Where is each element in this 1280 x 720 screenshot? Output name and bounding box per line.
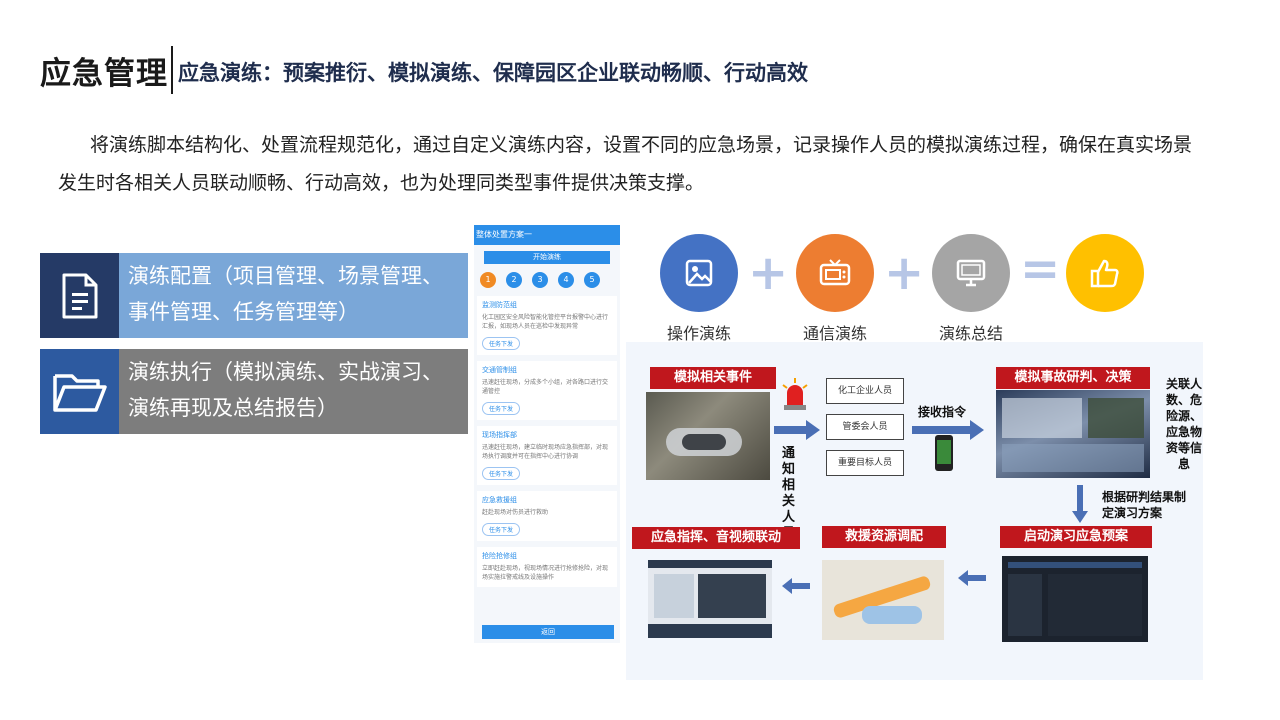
- start-drill-button[interactable]: 开始演练: [484, 251, 610, 264]
- tag-judge: 模拟事故研判、决策: [996, 367, 1150, 389]
- dispatch-task-button[interactable]: 任务下发: [482, 402, 521, 415]
- equals-sign: =: [1020, 241, 1061, 297]
- task-card-desc: 赶赴现场对伤员进行救助: [482, 509, 549, 516]
- stage-comm-label: 通信演练: [802, 324, 867, 343]
- title-divider: [171, 46, 173, 94]
- person-box-enterprise: 化工企业人员: [826, 378, 904, 404]
- phone-header: 整体处置方案一: [474, 225, 620, 245]
- document-icon: [40, 253, 119, 338]
- dispatch-task-button[interactable]: 任务下发: [482, 523, 521, 536]
- step-4[interactable]: 4: [558, 272, 574, 288]
- stage-operate-label: 操作演练: [666, 324, 731, 343]
- task-card-title: 应急救援组: [482, 496, 517, 504]
- stage-summary-label: 演练总结: [938, 324, 1003, 343]
- feature-execute: 演练执行（模拟演练、实战演习、演练再现及总结报告）: [40, 349, 468, 434]
- thumbs-up-icon: [1090, 259, 1119, 288]
- event-scene-image: [646, 392, 770, 480]
- stage-summary-circle: [932, 234, 1010, 312]
- arrow-left-icon: [958, 570, 986, 586]
- stage-result-circle: [1066, 234, 1144, 312]
- dispatch-task-button[interactable]: 任务下发: [482, 467, 521, 480]
- tag-command: 应急指挥、音视频联动: [632, 527, 800, 549]
- flow-diagram: 模拟相关事件 通知相关人员 化工企业人员 管委会人员 重要目标人员 接收指令 模…: [626, 342, 1203, 680]
- receive-note: 接收指令: [918, 405, 967, 419]
- feature-config-label: 演练配置（项目管理、场景管理、事件管理、任务管理等）: [119, 253, 468, 338]
- command-console-image: [648, 560, 772, 638]
- task-card: 抢险抢修组 立即赶赴现场，视现场情况进行抢修抢险，对现场实施拉警戒线及设施操作: [477, 547, 617, 587]
- step-5[interactable]: 5: [584, 272, 600, 288]
- resource-map-image: [822, 560, 944, 640]
- plus-sign: +: [884, 245, 925, 301]
- step-1[interactable]: 1: [480, 272, 496, 288]
- folder-icon: [40, 349, 119, 434]
- task-card: 交通管制组 迅速赶往现场，分成多个小组，对各路口进行交通管控 任务下发: [477, 361, 617, 420]
- task-card-desc: 化工园区安全风险智能化管控平台报警中心进行汇报，如现场人员在巡检中发现异常: [482, 314, 609, 330]
- task-card-title: 监测防范组: [482, 301, 517, 309]
- task-card-desc: 迅速赶往现场，建立临时现场应急指挥部，对现场执行调度并可在指挥中心进行协调: [482, 444, 609, 460]
- step-indicator: 1 2 3 4 5: [474, 270, 620, 290]
- plan-note: 根据研判结果制定演习方案: [1102, 490, 1187, 520]
- alarm-light-icon: [782, 378, 808, 410]
- task-card-title: 抢险抢修组: [482, 552, 517, 560]
- arrow-left-icon: [782, 578, 810, 594]
- page-subtitle: 应急演练：预案推衍、模拟演练、保障园区企业联动畅顺、行动高效: [178, 61, 808, 85]
- image-icon: [685, 259, 713, 287]
- tag-simulate-event: 模拟相关事件: [650, 367, 776, 389]
- arrow-right-icon: [774, 420, 820, 440]
- page-title: 应急管理: [40, 56, 168, 92]
- task-card: 应急救援组 赶赴现场对伤员进行救助 任务下发: [477, 491, 617, 541]
- plus-sign: +: [748, 245, 789, 301]
- person-box-committee: 管委会人员: [826, 414, 904, 440]
- tag-start-plan: 启动演习应急预案: [1000, 526, 1152, 548]
- monitor-icon: [956, 259, 986, 287]
- feature-config: 演练配置（项目管理、场景管理、事件管理、任务管理等）: [40, 253, 468, 338]
- dispatch-task-button[interactable]: 任务下发: [482, 337, 521, 350]
- back-button[interactable]: 返回: [482, 625, 614, 639]
- task-card: 现场指挥部 迅速赶往现场，建立临时现场应急指挥部，对现场执行调度并可在指挥中心进…: [477, 426, 617, 485]
- plan-console-image: [1002, 556, 1148, 642]
- task-card-title: 交通管制组: [482, 366, 517, 374]
- phone-device-icon: [935, 435, 953, 471]
- tv-icon: [819, 259, 851, 286]
- arrow-down-icon: [1072, 485, 1088, 523]
- person-box-target: 重要目标人员: [826, 450, 904, 476]
- stage-operate-circle: [660, 234, 738, 312]
- related-note: 关联人数、危险源、应急物资等信息: [1165, 377, 1202, 471]
- feature-execute-label: 演练执行（模拟演练、实战演习、演练再现及总结报告）: [119, 349, 468, 434]
- task-card-desc: 立即赶赴现场，视现场情况进行抢修抢险，对现场实施拉警戒线及设施操作: [482, 565, 609, 581]
- judge-dashboard-image: [996, 390, 1150, 478]
- tag-resource: 救援资源调配: [822, 526, 946, 548]
- intro-paragraph: 将演练脚本结构化、处置流程规范化，通过自定义演练内容，设置不同的应急场景，记录操…: [58, 134, 1193, 194]
- task-card: 监测防范组 化工园区安全风险智能化管控平台报警中心进行汇报，如现场人员在巡检中发…: [477, 296, 617, 355]
- task-card-desc: 迅速赶往现场，分成多个小组，对各路口进行交通管控: [482, 379, 609, 395]
- step-2[interactable]: 2: [506, 272, 522, 288]
- phone-mockup: 整体处置方案一 开始演练 1 2 3 4 5 监测防范组 化工园区安全风险智能化…: [474, 225, 620, 643]
- stage-comm-circle: [796, 234, 874, 312]
- step-3[interactable]: 3: [532, 272, 548, 288]
- task-card-title: 现场指挥部: [482, 431, 517, 439]
